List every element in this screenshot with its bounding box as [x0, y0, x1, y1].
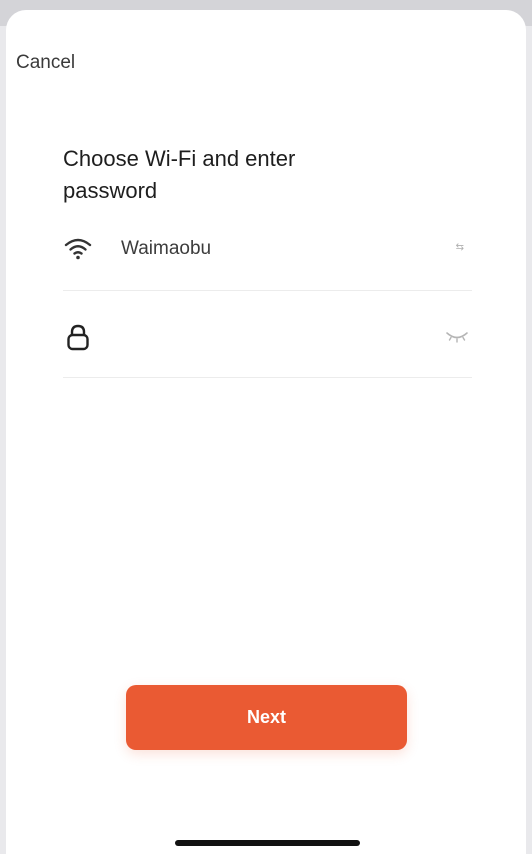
cancel-button[interactable]: Cancel — [16, 52, 75, 74]
next-button[interactable]: Next — [126, 685, 407, 750]
switch-network-icon[interactable]: ⇆ — [456, 242, 464, 253]
eye-closed-icon[interactable] — [444, 329, 470, 345]
wifi-icon — [63, 234, 93, 262]
wifi-network-row[interactable]: Waimaobu ⇆ — [63, 228, 472, 268]
divider — [63, 377, 472, 378]
home-indicator — [175, 840, 360, 846]
password-row — [63, 317, 472, 357]
divider — [63, 290, 472, 291]
page-title: Choose Wi-Fi and enter password — [63, 146, 296, 203]
wifi-setup-screen: Cancel Choose Wi-Fi and enter password W… — [0, 0, 532, 854]
password-input[interactable] — [121, 321, 425, 353]
wifi-ssid: Waimaobu — [121, 238, 212, 259]
lock-icon — [63, 323, 93, 351]
